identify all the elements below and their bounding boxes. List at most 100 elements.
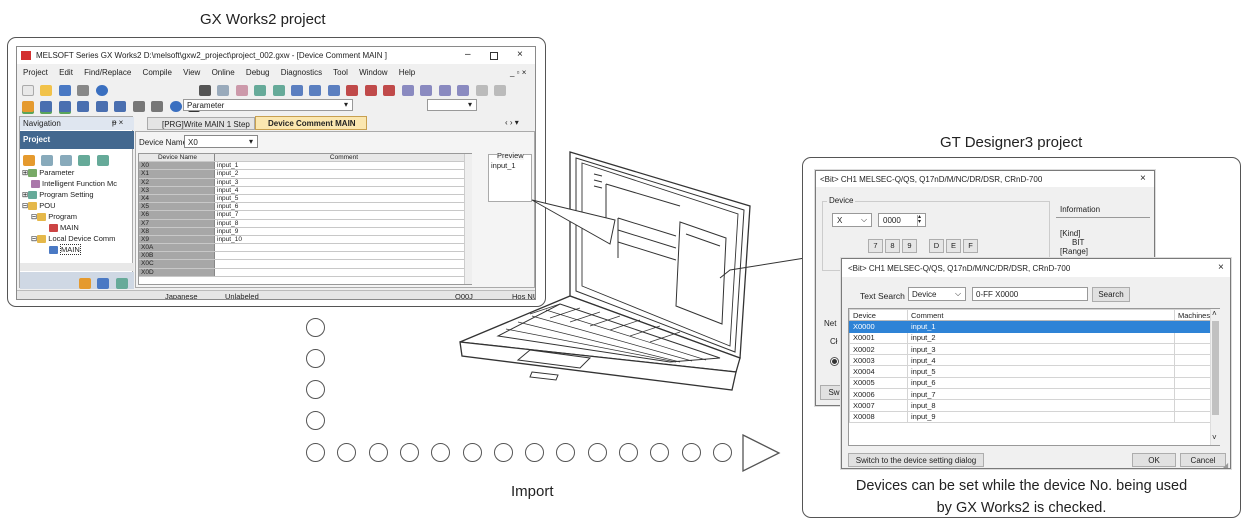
comment-cell[interactable] (215, 268, 471, 276)
table-row[interactable]: X0003 input_4 (849, 354, 1219, 367)
table-row[interactable]: X0000 input_1 (849, 320, 1219, 333)
nav-tool-icon[interactable] (78, 155, 91, 167)
scroll-down-icon[interactable]: ˅ (1212, 433, 1217, 442)
menu-item[interactable]: Edit (59, 68, 73, 77)
scroll-thumb[interactable] (1212, 321, 1219, 415)
ladder-icon[interactable] (401, 85, 414, 97)
keypad-key[interactable]: F (963, 239, 978, 253)
table-row[interactable]: X8 input_9 (139, 227, 471, 236)
radio-button[interactable] (830, 357, 839, 366)
table-row[interactable]: X0C (139, 260, 471, 269)
table-row[interactable]: X0 input_1 (139, 162, 471, 171)
cut-icon[interactable] (198, 85, 211, 97)
scroll-up-icon[interactable]: ˄ (1212, 309, 1217, 318)
comment-cell[interactable] (215, 260, 471, 268)
tree-item[interactable]: MAIN (22, 222, 117, 233)
comment-cell[interactable]: input_10 (215, 235, 471, 244)
table-row[interactable]: X0D (139, 268, 471, 277)
comment-cell[interactable] (215, 252, 471, 260)
device-icon[interactable] (77, 101, 90, 113)
table-row[interactable]: X0006 input_7 (849, 388, 1219, 401)
ladder-icon[interactable] (457, 85, 470, 97)
search-type-select[interactable]: Device ⌵ (908, 287, 966, 301)
ladder-icon[interactable] (290, 85, 303, 97)
window-icon[interactable] (58, 101, 71, 113)
ladder-icon[interactable] (309, 85, 322, 97)
filter-icon[interactable] (132, 101, 145, 113)
table-row[interactable]: X0B (139, 252, 471, 261)
table-row[interactable]: X0005 input_6 (849, 376, 1219, 390)
menu-item[interactable]: Online (212, 68, 235, 77)
table-row[interactable]: X0008 input_9 (849, 410, 1219, 423)
ladder-icon[interactable] (364, 85, 377, 97)
nav-tool-icon[interactable] (59, 155, 72, 167)
print-icon[interactable] (77, 85, 90, 97)
table-row[interactable]: X0001 input_2 (849, 331, 1219, 344)
comment-cell[interactable]: input_5 (215, 194, 471, 203)
device-type-select[interactable]: X ⌵ (832, 213, 872, 227)
ladder-icon[interactable] (438, 85, 451, 97)
tree-item[interactable]: Intelligent Function Mc (22, 178, 117, 189)
comment-cell[interactable]: input_6 (215, 203, 471, 211)
menu-item[interactable]: Tool (333, 68, 348, 77)
tree-item[interactable]: ⊞ Program Setting (22, 189, 117, 200)
pin-icon[interactable]: ᵽ × (112, 118, 123, 127)
ladder-icon[interactable] (493, 85, 506, 97)
ladder-icon[interactable] (327, 85, 340, 97)
close-icon[interactable]: × (1140, 173, 1146, 184)
tab-write-main[interactable]: [PRG]Write MAIN 1 Step (147, 117, 255, 130)
nav-view-icon[interactable] (97, 278, 110, 290)
menu-item[interactable]: Window (359, 68, 387, 77)
table-row[interactable]: X4 input_5 (139, 194, 471, 204)
ladder-icon[interactable] (475, 85, 488, 97)
tab-scroll-icon[interactable]: ‹ › ▾ (505, 118, 519, 127)
device-icon[interactable] (95, 101, 108, 113)
minimize-icon[interactable]: – (465, 49, 471, 60)
tree-item[interactable]: ⊞ Parameter (22, 167, 117, 178)
comment-cell[interactable]: input_1 (215, 162, 471, 170)
comment-cell[interactable]: input_7 (215, 211, 471, 219)
search-button[interactable]: Search (1092, 287, 1130, 302)
comment-cell[interactable]: input_4 (215, 186, 471, 194)
tree-item[interactable]: ⊟ POU (22, 200, 117, 211)
filter-icon[interactable] (151, 101, 164, 113)
menu-item[interactable]: Find/Replace (84, 68, 131, 77)
device-icon[interactable] (114, 101, 127, 113)
project-icon[interactable] (22, 101, 34, 113)
tree-item[interactable]: ⊟ Program (22, 211, 117, 222)
keypad-key[interactable]: 8 (885, 239, 900, 253)
device-name-input[interactable]: X0 ▾ (184, 135, 258, 148)
table-row[interactable]: X5 input_6 (139, 203, 471, 212)
comment-cell[interactable]: input_3 (215, 178, 471, 186)
help-icon[interactable] (95, 85, 108, 97)
close-icon[interactable]: × (517, 49, 523, 60)
keypad-key[interactable]: D (929, 239, 944, 253)
nav-scrollbar[interactable]: ‹› (20, 263, 134, 278)
paste-icon[interactable] (235, 85, 248, 97)
table-row[interactable]: X7 input_8 (139, 219, 471, 228)
menu-item[interactable]: View (183, 68, 200, 77)
redo-icon[interactable] (272, 85, 285, 97)
ladder-icon[interactable] (346, 85, 359, 97)
keypad-key[interactable]: 9 (902, 239, 917, 253)
comment-cell[interactable]: input_2 (215, 170, 471, 178)
list-icon[interactable] (40, 101, 53, 113)
tree-item[interactable]: ⊟ Local Device Comm (22, 233, 117, 244)
nav-tool-icon[interactable] (23, 155, 35, 167)
ladder-icon[interactable] (420, 85, 433, 97)
table-row[interactable]: X0002 input_3 (849, 342, 1219, 356)
search-input[interactable]: 0-FF X0000 (972, 287, 1088, 301)
table-row[interactable]: X0A (139, 244, 471, 253)
resize-grip-icon[interactable]: ◢ (1222, 461, 1228, 468)
nav-tool-icon[interactable] (41, 155, 54, 167)
menu-item[interactable]: Diagnostics (281, 68, 322, 77)
mdi-controls-icon[interactable]: _ ▫ × (510, 68, 526, 77)
menu-item[interactable]: Compile (143, 68, 172, 77)
device-list-scrollbar[interactable]: ˄ ˅ (1210, 309, 1220, 445)
nav-tool-icon[interactable] (96, 155, 109, 167)
table-row[interactable]: X0004 input_5 (849, 365, 1219, 378)
gx-combo-2[interactable]: ▾ (427, 99, 477, 111)
close-icon[interactable]: × (1218, 262, 1224, 273)
table-row[interactable]: X3 input_4 (139, 186, 471, 195)
maximize-icon[interactable] (490, 52, 498, 60)
